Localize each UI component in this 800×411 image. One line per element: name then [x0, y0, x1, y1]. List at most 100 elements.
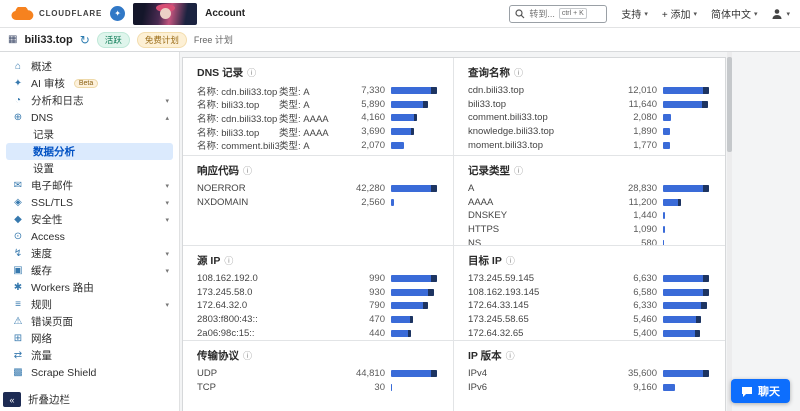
add-menu[interactable]: + 添加 ▾ [662, 6, 697, 21]
row-bar [663, 370, 709, 378]
info-icon[interactable]: ⓘ [224, 254, 233, 267]
sites-grid-icon[interactable]: ▦ [8, 34, 17, 45]
row-value: 6,630 [633, 273, 657, 285]
row-name: 173.245.58.65 [468, 314, 529, 326]
info-icon[interactable]: ⓘ [506, 349, 515, 362]
account-banner-image[interactable] [133, 2, 198, 25]
scrollbar-thumb[interactable] [727, 57, 732, 152]
panel-row[interactable]: 172.64.33.145 6,330 [468, 299, 711, 313]
user-menu[interactable]: ▾ [771, 8, 790, 20]
panel-row[interactable]: bili33.top 11,640 [468, 98, 711, 112]
panel-row[interactable]: NS 580 [468, 236, 711, 245]
sidebar-item-scrape-shield[interactable]: ▩ Scrape Shield [0, 364, 179, 381]
row-name: A [468, 183, 475, 195]
sidebar-subitem[interactable]: 数据分析 [6, 143, 173, 160]
sidebar-item-traffic[interactable]: ⇄ 流量 [0, 347, 179, 364]
panel-row[interactable]: comment.bili33.top 2,080 [468, 111, 711, 125]
sidebar-items: ⌂ 概述 ✦ AI 审核 Beta ◔ 分析和日志 ▾ ⊕ DNS ▴ 记录 数据分析 设置 ✉ 电子邮件 ▾ ◈… [0, 58, 179, 381]
row-label: NS [468, 238, 615, 245]
panel-row[interactable]: 名称: comment.bili33.top类型: A 2,070 [197, 138, 439, 152]
language-menu[interactable]: 简体中文 ▾ [711, 6, 758, 21]
panel-title-row: 源 IP ⓘ [197, 253, 439, 268]
panel-row[interactable]: A 28,830 [468, 182, 711, 196]
panel-row[interactable]: NXDOMAIN 2,560 [197, 196, 439, 210]
cloudflare-logo[interactable]: CLOUDFLARE [10, 6, 102, 21]
cloudflare-cloud-icon [11, 6, 34, 20]
sidebar-item-analytics[interactable]: ◔ 分析和日志 ▾ [0, 92, 179, 109]
row-bar-tail [431, 275, 437, 283]
panel-row[interactable]: 108.162.192.0 990 [197, 272, 439, 286]
sidebar-item-network[interactable]: ⊞ 网络 [0, 330, 179, 347]
collapse-sidebar-button[interactable]: « 折叠边栏 [0, 392, 70, 407]
panel-row[interactable]: NOERROR 42,280 [197, 182, 439, 196]
row-label: 172.64.33.145 [468, 300, 615, 311]
row-name: 名称: bili33.top [197, 127, 260, 139]
sidebar-item-workers[interactable]: ✱ Workers 路由 [0, 279, 179, 296]
chat-bubble-icon [742, 386, 752, 397]
row-bar-area [657, 198, 711, 206]
sidebar-item-ssl[interactable]: ◈ SSL/TLS ▾ [0, 194, 179, 211]
sidebar-item-security[interactable]: ◆ 安全性 ▾ [0, 211, 179, 228]
collapse-sidebar-label: 折叠边栏 [28, 394, 70, 406]
row-bar [391, 302, 428, 310]
panel-row[interactable]: 173.245.58.0 930 [197, 286, 439, 300]
sidebar-item-dns[interactable]: ⊕ DNS ▴ [0, 109, 179, 126]
sidebar-item-error-pages[interactable]: ⚠ 错误页面 [0, 313, 179, 330]
info-icon[interactable]: ⓘ [243, 164, 252, 177]
row-name: AAAA [468, 196, 494, 208]
sidebar-subitem[interactable]: 记录 [6, 126, 173, 143]
panel-row[interactable]: AAAA 11,200 [468, 196, 711, 210]
row-bar [663, 87, 709, 95]
panel-row[interactable]: 2803:f800:43:: 470 [197, 313, 439, 327]
search-input[interactable]: 转到... ctrl + K [509, 4, 608, 23]
sidebar-subitem[interactable]: 设置 [6, 160, 173, 177]
sidebar-item-speed[interactable]: ↯ 速度 ▾ [0, 245, 179, 262]
panel-row[interactable]: 名称: cdn.bili33.top 类型: A 7,330 [197, 84, 439, 98]
account-label: Account [205, 8, 246, 19]
panel-row[interactable]: DNSKEY 1,440 [468, 209, 711, 223]
panel-row[interactable]: 名称: bili33.top 类型: A 5,890 [197, 98, 439, 112]
panel-row[interactable]: HTTPS 1,090 [468, 223, 711, 237]
sidebar-item-label: 错误页面 [31, 316, 73, 328]
app-icon[interactable]: ✦ [110, 6, 126, 21]
sidebar-item-rules[interactable]: ≡ 规则 ▾ [0, 296, 179, 313]
panel-row[interactable]: 173.245.59.145 6,630 [468, 272, 711, 286]
row-bar-tail [431, 370, 437, 378]
refresh-icon[interactable]: ↻ [80, 34, 90, 46]
panel-row[interactable]: 名称: cdn.bili33.top 类型: AAAA 4,160 [197, 111, 439, 125]
panel-row[interactable]: IPv4 35,600 [468, 367, 711, 381]
info-icon[interactable]: ⓘ [247, 66, 256, 79]
row-value: 35,600 [627, 368, 657, 380]
info-icon[interactable]: ⓘ [506, 254, 515, 267]
panel-row[interactable]: 2a06:98c:15:: 440 [197, 326, 439, 340]
support-menu[interactable]: 支持 ▾ [621, 6, 648, 21]
panel-row[interactable]: 172.64.32.65 5,400 [468, 326, 711, 340]
row-label: IPv4 [468, 368, 615, 379]
info-icon[interactable]: ⓘ [243, 349, 252, 362]
panel-row[interactable]: 172.64.32.0 790 [197, 299, 439, 313]
row-type: 类型: A [279, 100, 310, 112]
panel-row[interactable]: 173.245.58.65 5,460 [468, 313, 711, 327]
panel-row[interactable]: IPv6 9,160 [468, 381, 711, 395]
panel-row[interactable]: TCP 30 [197, 381, 439, 395]
sidebar-item-access[interactable]: ⊙ Access [0, 228, 179, 245]
chevron-down-icon: ▾ [753, 10, 758, 18]
panel-row[interactable]: UDP 44,810 [197, 367, 439, 381]
panel-row[interactable]: moment.bili33.top 1,770 [468, 138, 711, 152]
panel-row[interactable]: 108.162.193.145 6,580 [468, 286, 711, 300]
sidebar-item-ai[interactable]: ✦ AI 审核 Beta [0, 75, 179, 92]
sidebar-item-overview[interactable]: ⌂ 概述 [0, 58, 179, 75]
row-type: 类型: A [279, 86, 310, 98]
info-icon[interactable]: ⓘ [514, 66, 523, 79]
panel-row[interactable]: cdn.bili33.top 12,010 [468, 84, 711, 98]
info-icon[interactable]: ⓘ [514, 164, 523, 177]
sidebar-item-cache[interactable]: ▣ 缓存 ▾ [0, 262, 179, 279]
panel-row[interactable]: 名称: bili33.top 类型: AAAA 3,690 [197, 125, 439, 139]
domain-name[interactable]: bili33.top [24, 34, 72, 46]
panel-row[interactable]: knowledge.bili33.top 1,890 [468, 125, 711, 139]
row-bar-area [657, 212, 711, 220]
sidebar-item-email[interactable]: ✉ 电子邮件 ▾ [0, 177, 179, 194]
sidebar-item-label: SSL/TLS [31, 196, 74, 209]
row-label: cdn.bili33.top [468, 85, 615, 96]
chat-button[interactable]: 聊天 [731, 379, 790, 403]
